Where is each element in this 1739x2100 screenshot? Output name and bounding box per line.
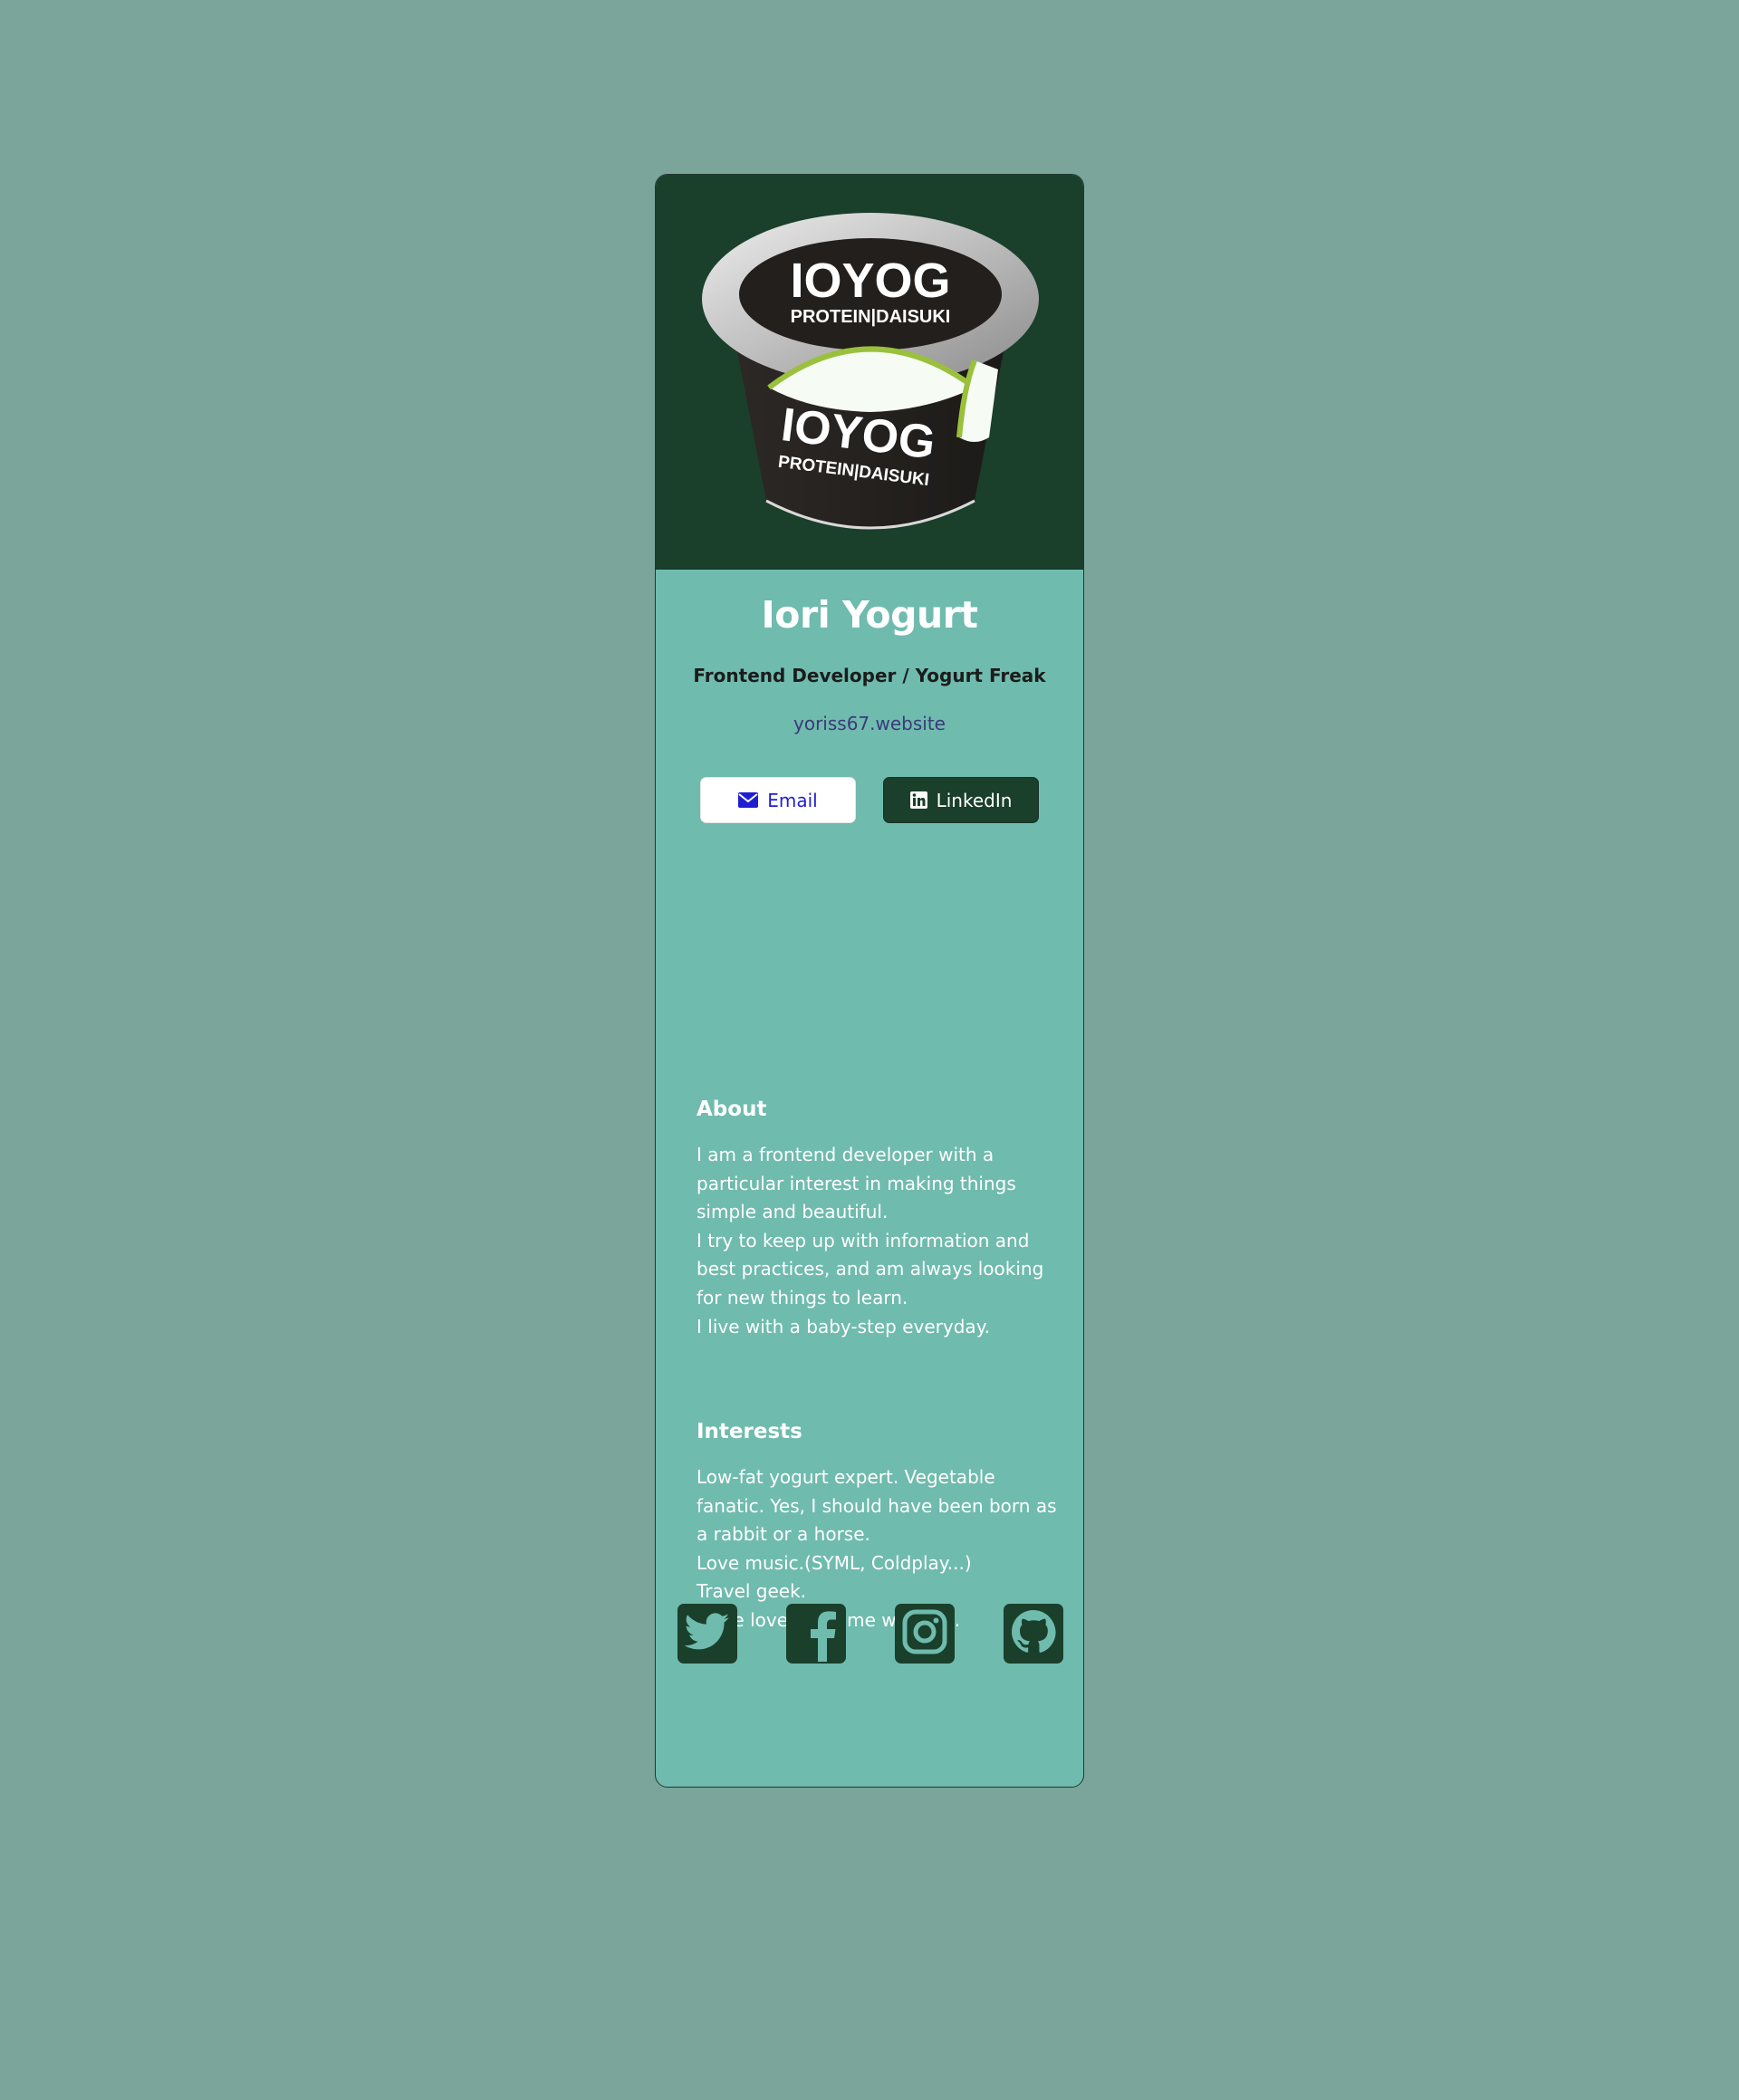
github-link[interactable] (1004, 1604, 1063, 1664)
envelope-icon (738, 792, 759, 808)
profile-role: Frontend Developer / Yogurt Freak (693, 665, 1046, 686)
instagram-link[interactable] (895, 1604, 955, 1664)
lid-tagline-text: PROTEIN|DAISUKI (791, 307, 951, 327)
linkedin-icon (909, 791, 927, 809)
github-icon (1011, 1609, 1056, 1658)
facebook-link[interactable] (786, 1604, 846, 1664)
yogurt-cup-logo: IOYOG PROTEIN|DAISUKI IOYOG PROTEIN|DAIS… (702, 213, 1039, 530)
twitter-link[interactable] (677, 1604, 737, 1664)
linkedin-button[interactable]: LinkedIn (883, 777, 1039, 823)
profile-card: IOYOG PROTEIN|DAISUKI IOYOG PROTEIN|DAIS… (655, 174, 1084, 1788)
email-button-label: Email (767, 789, 818, 811)
profile-name: Iori Yogurt (761, 593, 978, 637)
interests-heading: Interests (697, 1420, 802, 1443)
about-heading: About (697, 1098, 767, 1121)
linkedin-button-label: LinkedIn (936, 789, 1013, 811)
instagram-icon (902, 1609, 947, 1658)
hero-banner: IOYOG PROTEIN|DAISUKI IOYOG PROTEIN|DAIS… (656, 175, 1083, 570)
twitter-icon (684, 1613, 730, 1654)
email-button[interactable]: Email (700, 777, 856, 823)
website-link[interactable]: yoriss67.website (656, 713, 1083, 734)
lid-brand-text: IOYOG (790, 254, 950, 308)
about-text: I am a frontend developer with a particu… (697, 1144, 1044, 1338)
facebook-icon (786, 1602, 846, 1665)
